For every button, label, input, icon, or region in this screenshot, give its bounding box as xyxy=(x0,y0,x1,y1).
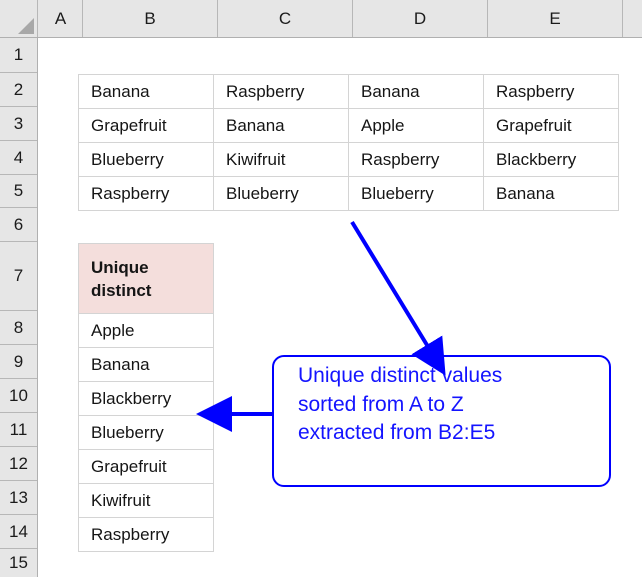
cell-b11[interactable]: Blueberry xyxy=(78,415,214,450)
table-row[interactable]: Apple xyxy=(78,313,214,348)
row-header-4[interactable]: 4 xyxy=(0,141,37,175)
cell-d5[interactable]: Blueberry xyxy=(348,176,484,211)
row-header-10[interactable]: 10 xyxy=(0,379,37,413)
column-header-e-label: E xyxy=(549,8,561,28)
cell-b2[interactable]: Banana xyxy=(78,74,214,109)
row-header-15-label: 15 xyxy=(9,553,28,572)
table-row[interactable]: Blueberry xyxy=(78,415,214,450)
row-header-5-label: 5 xyxy=(13,181,24,200)
table-row[interactable]: Banana Raspberry Banana Raspberry xyxy=(78,74,619,109)
cell-b4[interactable]: Blueberry xyxy=(78,142,214,177)
cell-b10[interactable]: Blackberry xyxy=(78,381,214,416)
row-header-13-label: 13 xyxy=(9,487,28,507)
select-all-corner-button[interactable] xyxy=(0,0,38,37)
column-header-band: A B C D E xyxy=(0,0,642,38)
row-header-2[interactable]: 2 xyxy=(0,73,37,107)
table-row[interactable]: Blueberry Kiwifruit Raspberry Blackberry xyxy=(78,142,619,177)
row-header-3[interactable]: 3 xyxy=(0,107,37,141)
row-header-15[interactable]: 15 xyxy=(0,549,37,577)
row-header-7[interactable]: 7 xyxy=(0,242,37,311)
row-header-6-label: 6 xyxy=(13,214,24,234)
cell-e3[interactable]: Grapefruit xyxy=(483,108,619,143)
cell-c2[interactable]: Raspberry xyxy=(213,74,349,109)
cell-e5[interactable]: Banana xyxy=(483,176,619,211)
table-row[interactable]: Grapefruit Banana Apple Grapefruit xyxy=(78,108,619,143)
column-header-d[interactable]: D xyxy=(353,0,488,37)
callout-line-1: Unique distinct values xyxy=(298,364,503,387)
column-header-e[interactable]: E xyxy=(488,0,623,37)
cell-b8[interactable]: Apple xyxy=(78,313,214,348)
row-header-2-label: 2 xyxy=(13,79,24,99)
cell-d4[interactable]: Raspberry xyxy=(348,142,484,177)
row-header-9-label: 9 xyxy=(13,351,24,371)
row-header-12-label: 12 xyxy=(9,453,28,473)
row-header-11[interactable]: 11 xyxy=(0,413,37,447)
column-header-f[interactable] xyxy=(623,0,642,37)
cell-e2[interactable]: Raspberry xyxy=(483,74,619,109)
column-header-a[interactable]: A xyxy=(39,0,83,37)
row-header-8[interactable]: 8 xyxy=(0,311,37,345)
cell-c4[interactable]: Kiwifruit xyxy=(213,142,349,177)
table-row[interactable]: Blackberry xyxy=(78,381,214,416)
table-row[interactable]: Grapefruit xyxy=(78,449,214,484)
unique-distinct-header-cell[interactable]: Unique distinct xyxy=(78,243,214,314)
cell-b14[interactable]: Raspberry xyxy=(78,517,214,552)
row-header-9[interactable]: 9 xyxy=(0,345,37,379)
row-header-4-label: 4 xyxy=(13,147,24,167)
row-header-band: 1 2 3 4 5 6 7 8 9 10 11 12 13 14 15 xyxy=(0,38,38,577)
table-row[interactable]: Unique distinct xyxy=(78,243,214,314)
callout-line-3: extracted from B2:E5 xyxy=(298,421,496,445)
table-row[interactable]: Raspberry xyxy=(78,517,214,552)
cell-b12[interactable]: Grapefruit xyxy=(78,449,214,484)
callout-line-2: sorted from A to Z xyxy=(298,392,464,416)
column-header-a-label: A xyxy=(54,8,67,28)
row-header-14[interactable]: 14 xyxy=(0,515,37,549)
column-header-d-label: D xyxy=(413,8,427,28)
row-header-12[interactable]: 12 xyxy=(0,447,37,481)
table-row[interactable]: Banana xyxy=(78,347,214,382)
row-header-10-label: 10 xyxy=(9,385,28,405)
row-header-8-label: 8 xyxy=(13,317,24,337)
source-data-table[interactable]: Banana Raspberry Banana Raspberry Grapef… xyxy=(78,74,619,211)
unique-distinct-table[interactable]: Unique distinct Apple Banana Blackberry … xyxy=(78,243,214,552)
row-header-13[interactable]: 13 xyxy=(0,481,37,515)
callout-text: Unique distinct values sorted from A to … xyxy=(286,362,602,448)
cell-d3[interactable]: Apple xyxy=(348,108,484,143)
table-row[interactable]: Raspberry Blueberry Blueberry Banana xyxy=(78,176,619,211)
column-header-c[interactable]: C xyxy=(218,0,353,37)
cell-c3[interactable]: Banana xyxy=(213,108,349,143)
row-header-5[interactable]: 5 xyxy=(0,175,37,208)
row-header-14-label: 14 xyxy=(9,521,28,541)
cell-b13[interactable]: Kiwifruit xyxy=(78,483,214,518)
cell-b5[interactable]: Raspberry xyxy=(78,176,214,211)
row-header-1-label: 1 xyxy=(13,45,24,64)
table-row[interactable]: Kiwifruit xyxy=(78,483,214,518)
cell-b3[interactable]: Grapefruit xyxy=(78,108,214,143)
cell-c5[interactable]: Blueberry xyxy=(213,176,349,211)
cell-d2[interactable]: Banana xyxy=(348,74,484,109)
column-header-c-label: C xyxy=(278,8,292,28)
row-header-3-label: 3 xyxy=(13,113,24,133)
spreadsheet-canvas: A B C D E 1 2 3 4 5 6 7 8 9 10 11 12 13 … xyxy=(0,0,642,577)
column-header-b-label: B xyxy=(144,8,156,28)
select-all-triangle-icon xyxy=(18,18,34,34)
row-header-7-label: 7 xyxy=(13,266,24,285)
row-header-11-label: 11 xyxy=(9,419,28,439)
cell-b9[interactable]: Banana xyxy=(78,347,214,382)
column-header-b[interactable]: B xyxy=(83,0,218,37)
row-header-1[interactable]: 1 xyxy=(0,38,37,73)
row-header-6[interactable]: 6 xyxy=(0,208,37,242)
cell-e4[interactable]: Blackberry xyxy=(483,142,619,177)
